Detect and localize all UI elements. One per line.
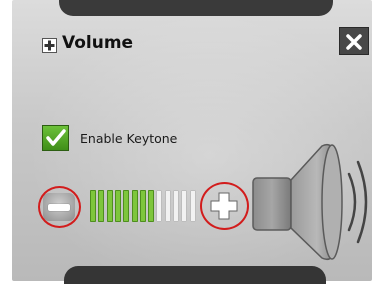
- checkmark-icon: [46, 129, 66, 146]
- volume-level-segment: [139, 190, 146, 222]
- dialog-title: Volume: [62, 33, 134, 53]
- volume-level-segment: [114, 190, 121, 222]
- plus-square-icon: [42, 38, 57, 53]
- bottom-tab-decoration: [64, 266, 326, 284]
- volume-level-segment: [173, 190, 179, 222]
- volume-level-meter: [90, 190, 200, 222]
- volume-level-segment: [156, 190, 163, 222]
- keytone-checkbox[interactable]: [42, 125, 69, 151]
- volume-level-segment: [123, 190, 130, 222]
- volume-up-button[interactable]: [206, 189, 242, 223]
- top-tab-decoration: [59, 0, 333, 16]
- volume-down-button[interactable]: [43, 193, 75, 221]
- volume-screen: Volume Enable Keytone: [0, 0, 377, 284]
- volume-level-segment: [148, 190, 155, 222]
- volume-level-segment: [189, 190, 196, 222]
- volume-level-segment: [90, 190, 96, 222]
- volume-level-segment: [106, 190, 113, 222]
- volume-level-segment: [131, 190, 138, 222]
- volume-level-segment: [181, 190, 188, 222]
- close-icon: [346, 34, 362, 50]
- speaker-icon: [252, 143, 368, 261]
- keytone-label: Enable Keytone: [80, 131, 178, 146]
- volume-level-segment: [98, 190, 105, 222]
- volume-level-segment: [164, 190, 171, 222]
- plus-icon: [210, 192, 238, 220]
- minus-icon: [48, 204, 70, 211]
- close-button[interactable]: [339, 27, 369, 55]
